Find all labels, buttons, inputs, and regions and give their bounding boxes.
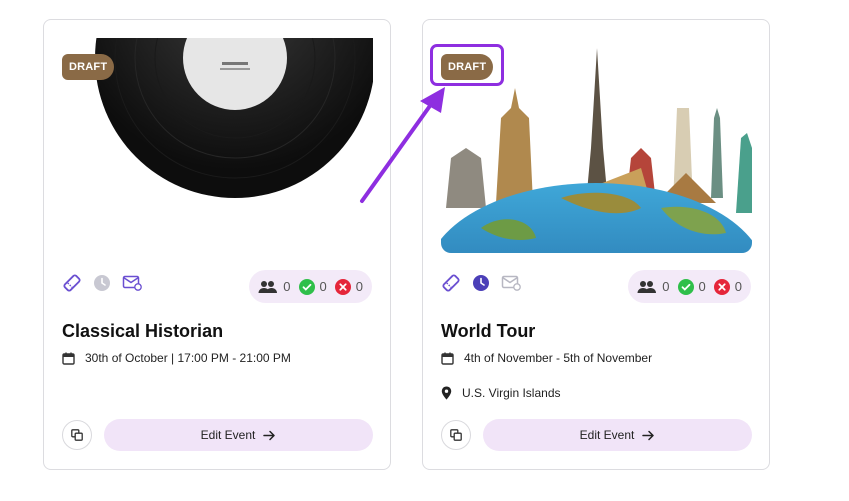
- declined-count: 0: [734, 279, 742, 294]
- attendees-stat: 0: [637, 279, 670, 294]
- edit-event-label: Edit Event: [200, 428, 256, 442]
- declined-count: 0: [355, 279, 363, 294]
- check-circle-icon: [298, 278, 315, 295]
- check-circle-icon: [677, 278, 694, 295]
- calendar-icon: [62, 352, 75, 365]
- draft-badge: DRAFT: [441, 54, 494, 80]
- ticket-icon[interactable]: [62, 273, 82, 293]
- declined-stat: 0: [334, 278, 363, 295]
- clock-icon[interactable]: [471, 273, 491, 293]
- event-card: DRAFT 0 0 0 World Tour 4th of November -…: [422, 19, 770, 470]
- people-icon: [637, 280, 657, 293]
- clock-icon[interactable]: [92, 273, 112, 293]
- copy-icon: [450, 429, 462, 441]
- x-circle-icon: [334, 278, 351, 295]
- mail-icon[interactable]: [501, 273, 521, 293]
- event-title: Classical Historian: [62, 321, 224, 341]
- event-icons: [62, 273, 142, 293]
- event-location: U.S. Virgin Islands: [441, 386, 561, 400]
- calendar-icon: [441, 352, 454, 365]
- accepted-count: 0: [698, 279, 706, 294]
- event-date: 4th of November - 5th of November: [441, 351, 652, 365]
- accepted-count: 0: [319, 279, 327, 294]
- x-circle-icon: [713, 278, 730, 295]
- mail-icon[interactable]: [122, 273, 142, 293]
- event-date: 30th of October | 17:00 PM - 21:00 PM: [62, 351, 291, 365]
- edit-event-button[interactable]: Edit Event: [104, 419, 373, 451]
- arrow-right-icon: [642, 430, 655, 440]
- declined-stat: 0: [713, 278, 742, 295]
- map-pin-icon: [441, 386, 452, 400]
- rsvp-stats: 0 0 0: [628, 270, 751, 303]
- duplicate-button[interactable]: [62, 420, 92, 450]
- event-date-text: 30th of October | 17:00 PM - 21:00 PM: [85, 351, 291, 365]
- event-card: DRAFT 0 0 0 Classical Historian 30th of …: [43, 19, 391, 470]
- event-date-text: 4th of November - 5th of November: [464, 351, 653, 365]
- event-icons: [441, 273, 521, 293]
- attendees-count: 0: [662, 279, 670, 294]
- accepted-stat: 0: [677, 278, 706, 295]
- edit-event-button[interactable]: Edit Event: [483, 419, 752, 451]
- edit-event-label: Edit Event: [579, 428, 635, 442]
- rsvp-stats: 0 0 0: [249, 270, 372, 303]
- people-icon: [258, 280, 278, 293]
- duplicate-button[interactable]: [441, 420, 471, 450]
- accepted-stat: 0: [298, 278, 327, 295]
- ticket-icon[interactable]: [441, 273, 461, 293]
- event-title: World Tour: [441, 321, 536, 341]
- attendees-stat: 0: [258, 279, 291, 294]
- draft-badge: DRAFT: [62, 54, 115, 80]
- event-location-text: U.S. Virgin Islands: [462, 386, 561, 400]
- arrow-right-icon: [263, 430, 276, 440]
- copy-icon: [71, 429, 83, 441]
- attendees-count: 0: [283, 279, 291, 294]
